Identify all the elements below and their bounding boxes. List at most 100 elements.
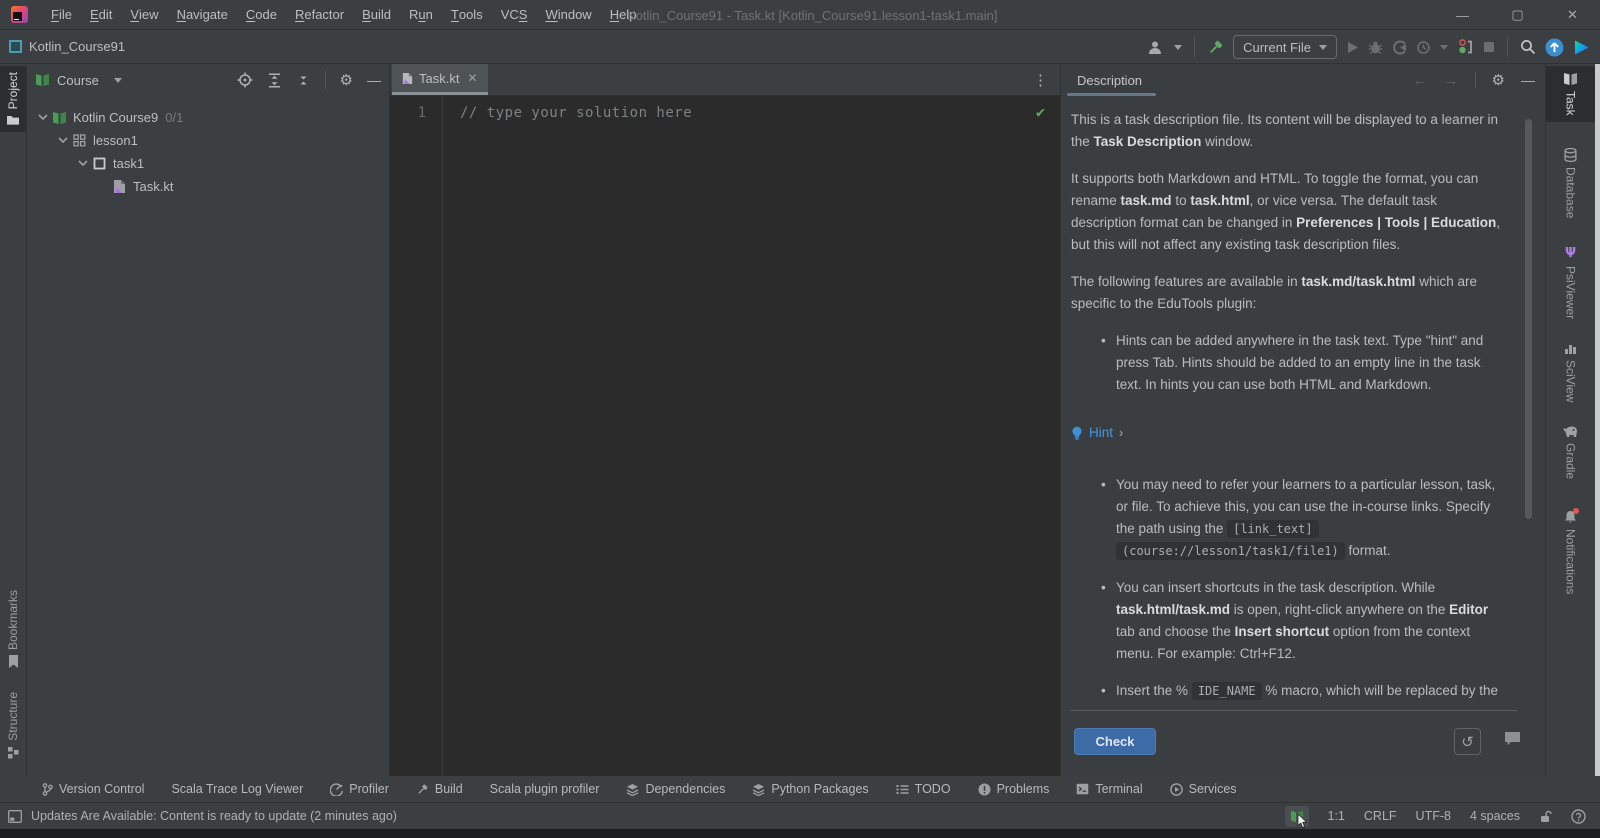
coverage-icon[interactable] xyxy=(1392,40,1407,55)
menu-window[interactable]: Window xyxy=(536,0,600,30)
toolwindow-version-control[interactable]: Version Control xyxy=(42,782,144,796)
sidebar-item-psiviewer[interactable]: Ψ PsiViewer xyxy=(1546,240,1595,325)
user-profile-icon[interactable] xyxy=(1148,40,1165,55)
gear-icon[interactable]: ⚙ xyxy=(1492,71,1505,89)
toolbar-separator xyxy=(1194,37,1196,57)
chevron-down-icon xyxy=(1319,44,1327,50)
help-hints-icon[interactable] xyxy=(1571,808,1586,824)
terminal-icon xyxy=(1076,783,1089,795)
chevron-expanded-icon[interactable] xyxy=(75,160,90,167)
hide-panel-icon[interactable]: — xyxy=(367,72,381,88)
menu-tools[interactable]: Tools xyxy=(442,0,492,30)
close-tab-icon[interactable]: ✕ xyxy=(467,71,477,85)
menu-view[interactable]: View xyxy=(121,0,167,30)
chevron-expanded-icon[interactable] xyxy=(35,114,50,121)
forward-icon[interactable]: → xyxy=(1444,72,1459,89)
list-item: Insert the % IDE_NAME % macro, which wil… xyxy=(1101,680,1505,702)
editor-options-icon[interactable]: ⋮ xyxy=(1033,71,1048,89)
menu-navigate[interactable]: Navigate xyxy=(168,0,237,30)
window-edge-scrollbar[interactable] xyxy=(1595,64,1600,776)
toolwindow-terminal[interactable]: Terminal xyxy=(1076,782,1143,796)
editor-body[interactable]: 1 // type your solution here ✔ xyxy=(390,96,1060,776)
sidebar-item-project[interactable]: Project xyxy=(0,66,26,133)
sidebar-item-database[interactable]: Database xyxy=(1546,142,1595,224)
tab-task-kt[interactable]: Task.kt ✕ xyxy=(392,64,488,95)
hint-link[interactable]: Hint xyxy=(1089,422,1113,444)
sidebar-item-structure[interactable]: Structure xyxy=(0,686,26,765)
tree-row-course[interactable]: Kotlin Course9 0/1 xyxy=(27,106,389,129)
toolwindow-python-packages[interactable]: Python Packages xyxy=(752,782,869,796)
indent-widget[interactable]: 4 spaces xyxy=(1470,809,1520,823)
code-line-comment[interactable]: // type your solution here xyxy=(443,96,692,776)
project-widget[interactable]: Kotlin_Course91 xyxy=(9,39,125,54)
chevron-down-icon[interactable] xyxy=(1440,44,1448,50)
sidebar-item-bookmarks[interactable]: Bookmarks xyxy=(0,584,26,674)
line-separator-widget[interactable]: CRLF xyxy=(1364,809,1397,823)
build-hammer-icon[interactable] xyxy=(1207,39,1224,56)
sidebar-item-sciview[interactable]: SciView xyxy=(1546,336,1595,408)
comment-feedback-icon[interactable] xyxy=(1504,731,1521,746)
sidebar-item-notifications[interactable]: Notifications xyxy=(1546,504,1595,600)
close-button[interactable]: ✕ xyxy=(1545,0,1600,30)
inspection-ok-icon[interactable]: ✔ xyxy=(1036,103,1045,121)
encoding-widget[interactable]: UTF-8 xyxy=(1416,809,1451,823)
debug-icon[interactable] xyxy=(1368,40,1383,55)
back-icon[interactable]: ← xyxy=(1413,72,1428,89)
chevron-down-icon[interactable] xyxy=(1174,44,1183,50)
run-icon[interactable] xyxy=(1346,41,1359,54)
learn-plugin-icon[interactable] xyxy=(1573,39,1590,56)
list-item: You can insert shortcuts in the task des… xyxy=(1101,577,1505,665)
kotlin-file-icon xyxy=(110,179,128,194)
toolwindow-problems[interactable]: Problems xyxy=(978,782,1049,796)
toolwindow-scala-trace-log[interactable]: Scala Trace Log Viewer xyxy=(171,782,303,796)
tree-row-task[interactable]: task1 xyxy=(27,152,389,175)
toolwindow-layout-icon[interactable] xyxy=(8,809,22,823)
stop-icon[interactable] xyxy=(1483,41,1495,53)
collapse-all-icon[interactable] xyxy=(296,73,311,88)
project-view-selector[interactable]: Course xyxy=(35,73,122,88)
sidebar-item-task[interactable]: Task xyxy=(1546,66,1595,122)
sidebar-item-gradle[interactable]: Gradle xyxy=(1546,420,1595,485)
menu-vcs[interactable]: VC S xyxy=(492,0,537,30)
menu-code[interactable]: Code xyxy=(237,0,286,30)
menu-edit[interactable]: Edit xyxy=(81,0,121,30)
hide-panel-icon[interactable]: — xyxy=(1521,72,1535,88)
menu-file[interactable]: File xyxy=(42,0,81,30)
update-available-icon[interactable] xyxy=(1545,38,1564,57)
tab-description[interactable]: Description xyxy=(1066,64,1157,96)
maximize-button[interactable]: ▢ xyxy=(1490,0,1545,30)
toolwindow-profiler[interactable]: Profiler xyxy=(330,782,389,796)
kotlin-file-icon xyxy=(402,72,413,85)
chevron-expanded-icon[interactable] xyxy=(55,137,70,144)
attach-debugger-icon[interactable] xyxy=(1457,39,1474,55)
toolwindow-services[interactable]: Services xyxy=(1169,782,1237,796)
toolwindow-build[interactable]: Build xyxy=(416,782,463,796)
minimize-button[interactable]: — xyxy=(1435,0,1490,30)
search-everywhere-icon[interactable] xyxy=(1520,39,1536,55)
description-header: Description ← → ⚙ — xyxy=(1061,64,1545,96)
expand-all-icon[interactable] xyxy=(267,72,282,88)
task-description-panel: Description ← → ⚙ — This is a task descr… xyxy=(1060,64,1545,776)
toolwindow-dependencies[interactable]: Dependencies xyxy=(626,782,725,796)
lock-open-icon[interactable] xyxy=(1539,810,1552,823)
description-scrollbar[interactable] xyxy=(1525,119,1532,519)
reset-task-button[interactable]: ↺ xyxy=(1454,728,1481,755)
check-button[interactable]: Check xyxy=(1074,728,1156,755)
caret-position-widget[interactable]: 1:1 xyxy=(1328,809,1345,823)
run-configuration-select[interactable]: Current File xyxy=(1233,35,1337,59)
menu-refactor[interactable]: Refactor xyxy=(286,0,353,30)
project-icon xyxy=(9,40,22,53)
status-message[interactable]: Updates Are Available: Content is ready … xyxy=(31,809,397,823)
gear-icon[interactable]: ⚙ xyxy=(340,71,353,89)
menu-build[interactable]: Build xyxy=(353,0,400,30)
tree-row-file[interactable]: Task.kt xyxy=(27,175,389,198)
select-opened-file-icon[interactable] xyxy=(237,72,253,88)
profiler-clock-icon[interactable] xyxy=(1416,40,1431,55)
hint-toggle[interactable]: Hint › xyxy=(1071,422,1505,444)
menu-run[interactable]: Run xyxy=(400,0,442,30)
toolwindow-todo[interactable]: TODO xyxy=(896,782,951,796)
left-tool-stripe: Project Bookmarks Structure xyxy=(0,64,27,776)
course-mode-widget[interactable] xyxy=(1284,805,1309,828)
toolwindow-scala-plugin-profiler[interactable]: Scala plugin profiler xyxy=(490,782,600,796)
tree-row-lesson[interactable]: lesson1 xyxy=(27,129,389,152)
